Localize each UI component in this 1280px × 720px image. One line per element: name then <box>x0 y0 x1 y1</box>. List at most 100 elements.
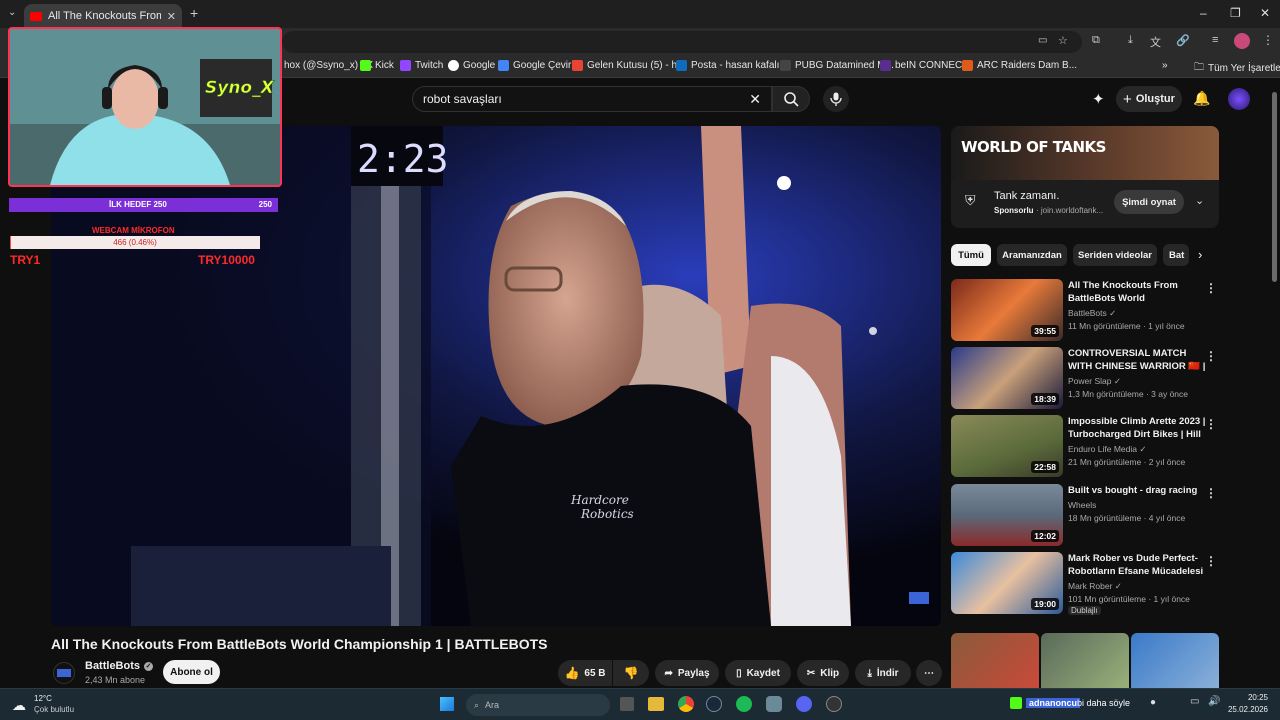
recommendation-title: Impossible Climb Arette 2023 | Turbochar… <box>1068 416 1206 440</box>
more-bookmarks-icon[interactable]: » <box>1162 60 1168 71</box>
bookmark-item[interactable]: Google Çeviri <box>498 60 574 71</box>
volume-icon[interactable]: 🔊 <box>1208 696 1220 707</box>
bookmark-star-icon[interactable]: ☆ <box>1058 34 1068 47</box>
clip-button[interactable]: ✂ Klip <box>797 660 849 686</box>
bookmark-item[interactable]: ARC Raiders Dam B... <box>962 60 1077 71</box>
maximize-icon[interactable]: ❐ <box>1230 6 1241 20</box>
ad-title: Tank zamanı. <box>994 190 1060 202</box>
ad-play-now-button[interactable]: Şimdi oynat <box>1114 190 1184 214</box>
more-vertical-icon[interactable]: ⋮ <box>1205 486 1217 500</box>
downloads-icon[interactable]: ⤓ <box>1128 34 1133 47</box>
start-button[interactable] <box>440 697 454 711</box>
search-input[interactable]: robot savaşları ✕ <box>412 86 772 112</box>
browser-menu-icon[interactable]: ⋮ <box>1262 33 1274 47</box>
recommendation-title: All The Knockouts From BattleBots World … <box>1068 280 1178 304</box>
recommendation-item[interactable]: 12:02 Built vs bought - drag racing Whee… <box>951 484 1219 546</box>
voice-search-button[interactable] <box>823 86 849 112</box>
shorts-thumbnail[interactable] <box>1131 633 1219 688</box>
chip-series-videos[interactable]: Seriden videolar <box>1073 244 1157 266</box>
profile-avatar[interactable] <box>1234 33 1250 49</box>
try-end-label: TRY10000 <box>198 253 255 267</box>
clear-search-icon[interactable]: ✕ <box>749 91 761 108</box>
shirt-logo-line2: Robotics <box>580 507 634 521</box>
more-actions-button[interactable]: ⋯ <box>916 660 942 686</box>
shorts-thumbnail[interactable] <box>951 633 1039 688</box>
bookmark-item[interactable]: beIN CONNECT <box>880 60 968 71</box>
close-window-icon[interactable]: ✕ <box>1260 6 1270 20</box>
more-vertical-icon[interactable]: ⋮ <box>1205 349 1217 363</box>
notification-user: adnanoncu <box>1026 698 1081 708</box>
app-icon[interactable] <box>766 696 782 712</box>
mail-icon <box>676 60 687 71</box>
webcam-overlay: Syno_X <box>8 27 282 187</box>
close-tab-icon[interactable]: ✕ <box>167 10 176 23</box>
chip-all[interactable]: Tümü <box>951 244 991 266</box>
taskbar-search[interactable]: ⌕ Ara <box>466 694 610 716</box>
notifications-bell-icon[interactable]: 🔔 <box>1193 90 1210 107</box>
save-button[interactable]: ▯ Kaydet <box>725 660 791 686</box>
bookmark-item[interactable]: Google <box>448 60 495 71</box>
channel-name[interactable]: BattleBots ✓ <box>85 660 154 672</box>
cast-icon[interactable]: ▭ <box>1038 35 1047 46</box>
shorts-thumbnail[interactable] <box>1041 633 1129 688</box>
tray-icon[interactable]: ● <box>1150 697 1156 708</box>
media-control-icon[interactable]: ≡ <box>1212 34 1218 46</box>
download-button[interactable]: ⤓ İndir <box>855 660 911 686</box>
recommendation-item[interactable]: 22:58 Impossible Climb Arette 2023 | Tur… <box>951 415 1219 477</box>
more-vertical-icon[interactable]: ⋮ <box>1205 554 1217 568</box>
bookmark-item[interactable]: Twitch <box>400 60 443 71</box>
plus-icon: + <box>1123 90 1132 108</box>
create-button[interactable]: + Oluştur <box>1116 86 1182 112</box>
donation-progress-text: 466 (0.46%) <box>113 238 157 247</box>
discord-icon[interactable] <box>796 696 812 712</box>
chip-battlebots[interactable]: Bat <box>1163 244 1189 266</box>
address-bar[interactable] <box>282 31 1082 53</box>
file-explorer-icon[interactable] <box>648 697 664 711</box>
bookmark-item[interactable]: Gelen Kutusu (5) - h... <box>572 60 685 71</box>
recommendation-item[interactable]: 19:00 Mark Rober vs Dude Perfect- Robotl… <box>951 552 1219 615</box>
bookmark-item[interactable]: PUBG Datamined M... <box>780 60 894 71</box>
recommendation-item[interactable]: 39:55 All The Knockouts From BattleBots … <box>951 279 1219 341</box>
new-tab-button[interactable]: + <box>190 5 198 21</box>
tab-list-chevron-icon[interactable]: ⌄ <box>8 7 16 18</box>
account-avatar[interactable] <box>1228 88 1250 110</box>
extensions-icon[interactable]: ⧉ <box>1092 34 1100 47</box>
chips-next-chevron-icon[interactable]: › <box>1198 247 1202 262</box>
search-button[interactable] <box>772 86 810 112</box>
streamer-name-sign: Syno_X <box>205 78 275 98</box>
share-button[interactable]: ➦ Paylaş <box>655 660 719 686</box>
network-icon[interactable]: ▭ <box>1190 696 1199 707</box>
bookmark-item[interactable]: Posta - hasan kafalı... <box>676 60 788 71</box>
subscribe-button[interactable]: Abone ol <box>163 660 220 684</box>
dislike-button[interactable]: 👎 <box>613 660 649 686</box>
recommendation-title: Mark Rober vs Dude Perfect- Robotların E… <box>1068 553 1204 577</box>
ad-expand-chevron-icon[interactable]: ⌄ <box>1195 194 1204 207</box>
chip-from-search[interactable]: Aramanızdan <box>997 244 1067 266</box>
battlebots-logo-icon <box>57 669 71 677</box>
gemini-icon[interactable]: ✦ <box>1092 90 1105 108</box>
recommendation-meta: 18 Mn görüntüleme · 4 yıl önce <box>1068 513 1186 523</box>
spotify-icon[interactable] <box>736 696 752 712</box>
chrome-icon[interactable] <box>678 696 694 712</box>
task-view-icon[interactable] <box>620 697 634 711</box>
duration-badge: 18:39 <box>1031 393 1059 405</box>
link-icon[interactable]: 🔗 <box>1176 34 1190 47</box>
minimize-icon[interactable]: – <box>1200 6 1207 20</box>
channel-avatar[interactable] <box>53 662 75 684</box>
steam-icon[interactable] <box>706 696 722 712</box>
sponsored-ad-card[interactable]: WORLD OF TANKS ⛨ Tank zamanı. Sponsorlu … <box>951 126 1219 228</box>
scrollbar[interactable] <box>1272 92 1277 282</box>
bookmark-item[interactable]: Kick <box>360 60 394 71</box>
browser-tab[interactable]: All The Knockouts From BattleBots ✕ <box>24 4 182 28</box>
obs-icon[interactable] <box>826 696 842 712</box>
translate-icon[interactable]: 文 <box>1150 34 1161 50</box>
arc-icon <box>962 60 973 71</box>
recommendation-channel: Enduro Life Media ✓ <box>1068 444 1147 454</box>
like-button[interactable]: 👍 65 B <box>558 660 612 686</box>
recommendation-title: Built vs bought - drag racing <box>1068 485 1198 496</box>
all-bookmarks[interactable]: 🗀 Tüm Yer İşaretleri <box>1194 60 1280 77</box>
kick-notification-icon <box>1010 697 1022 709</box>
more-vertical-icon[interactable]: ⋮ <box>1205 417 1217 431</box>
recommendation-item[interactable]: 18:39 CONTROVERSIAL MATCH WITH CHINESE W… <box>951 347 1219 409</box>
more-vertical-icon[interactable]: ⋮ <box>1205 281 1217 295</box>
